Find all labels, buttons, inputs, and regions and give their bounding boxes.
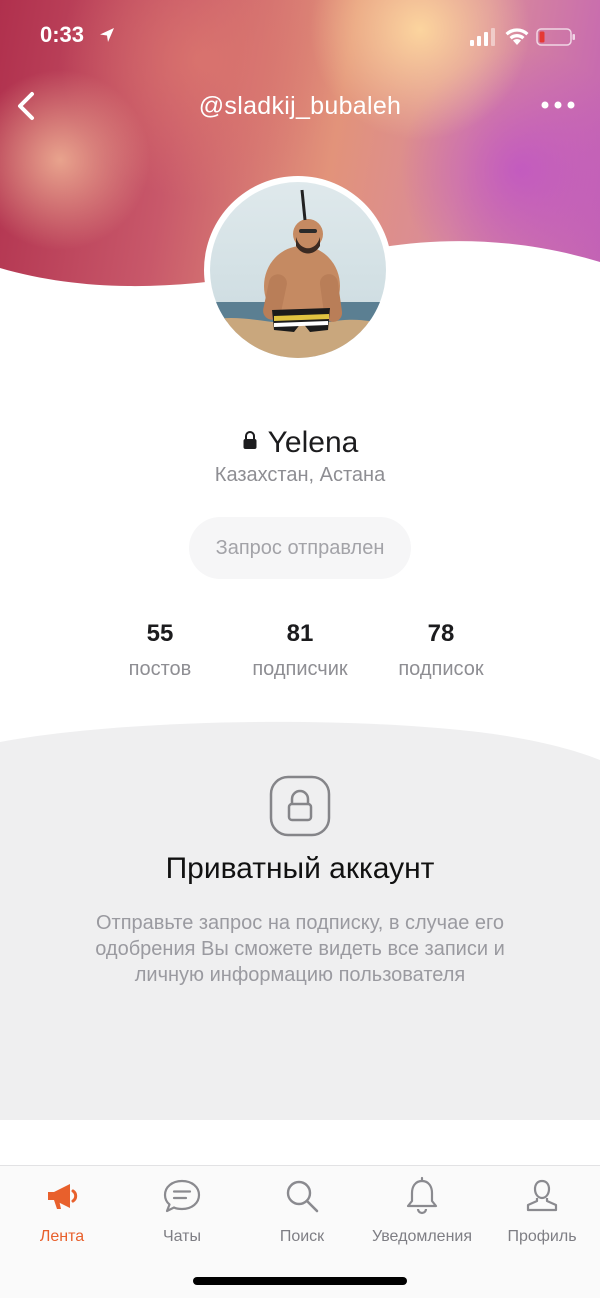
- stat-posts-value: 55: [146, 620, 174, 647]
- battery-icon: [536, 28, 575, 46]
- avatar-photo: [210, 182, 386, 358]
- stat-followers-value: 81: [286, 620, 314, 647]
- stat-followers[interactable]: 81 подписчик: [220, 620, 380, 681]
- profile-username: @sladkij_bubaleh: [198, 92, 402, 120]
- tab-notifications-label: Уведомления: [371, 1228, 473, 1245]
- megaphone-icon: [48, 1184, 78, 1209]
- person-icon: [526, 1179, 558, 1212]
- profile-name-row: Yelena: [0, 426, 600, 460]
- tab-search[interactable]: Поиск: [242, 1176, 362, 1246]
- request-sent-button[interactable]: Запрос отправлен: [189, 517, 411, 579]
- private-account-description: Отправьте запрос на подписку, в случае е…: [95, 912, 505, 986]
- private-lock-icon: [269, 775, 331, 837]
- stat-following[interactable]: 78 подписок: [361, 620, 521, 681]
- bell-icon: [406, 1176, 438, 1215]
- chat-bubble-icon: [163, 1179, 201, 1213]
- stat-following-value: 78: [427, 620, 455, 647]
- tab-profile[interactable]: Профиль: [482, 1176, 600, 1246]
- profile-name: Yelena: [267, 426, 359, 459]
- private-account-title: Приватный аккаунт: [165, 852, 435, 885]
- stat-posts[interactable]: 55 постов: [80, 620, 240, 681]
- lock-icon: [243, 431, 257, 449]
- tab-profile-label: Профиль: [507, 1228, 577, 1245]
- tab-chats-label: Чаты: [162, 1228, 202, 1245]
- cellular-signal-icon: [470, 28, 495, 46]
- back-chevron-icon[interactable]: [10, 86, 46, 126]
- tab-feed-label: Лента: [39, 1228, 85, 1245]
- avatar[interactable]: [204, 176, 392, 364]
- status-time: 0:33: [40, 22, 85, 47]
- search-icon: [286, 1180, 319, 1213]
- tab-feed[interactable]: Лента: [2, 1176, 122, 1246]
- wifi-icon: [505, 28, 529, 45]
- ellipsis-icon[interactable]: [538, 92, 578, 118]
- home-indicator[interactable]: [193, 1277, 407, 1285]
- stat-followers-label: подписчик: [252, 658, 348, 680]
- tab-chats[interactable]: Чаты: [122, 1176, 242, 1246]
- location-arrow-icon: [100, 28, 114, 42]
- stat-posts-label: постов: [128, 658, 192, 680]
- profile-location: Казахстан, Астана: [214, 464, 386, 486]
- tab-notifications[interactable]: Уведомления: [362, 1176, 482, 1246]
- tab-search-label: Поиск: [279, 1228, 325, 1245]
- stat-following-label: подписок: [398, 658, 484, 680]
